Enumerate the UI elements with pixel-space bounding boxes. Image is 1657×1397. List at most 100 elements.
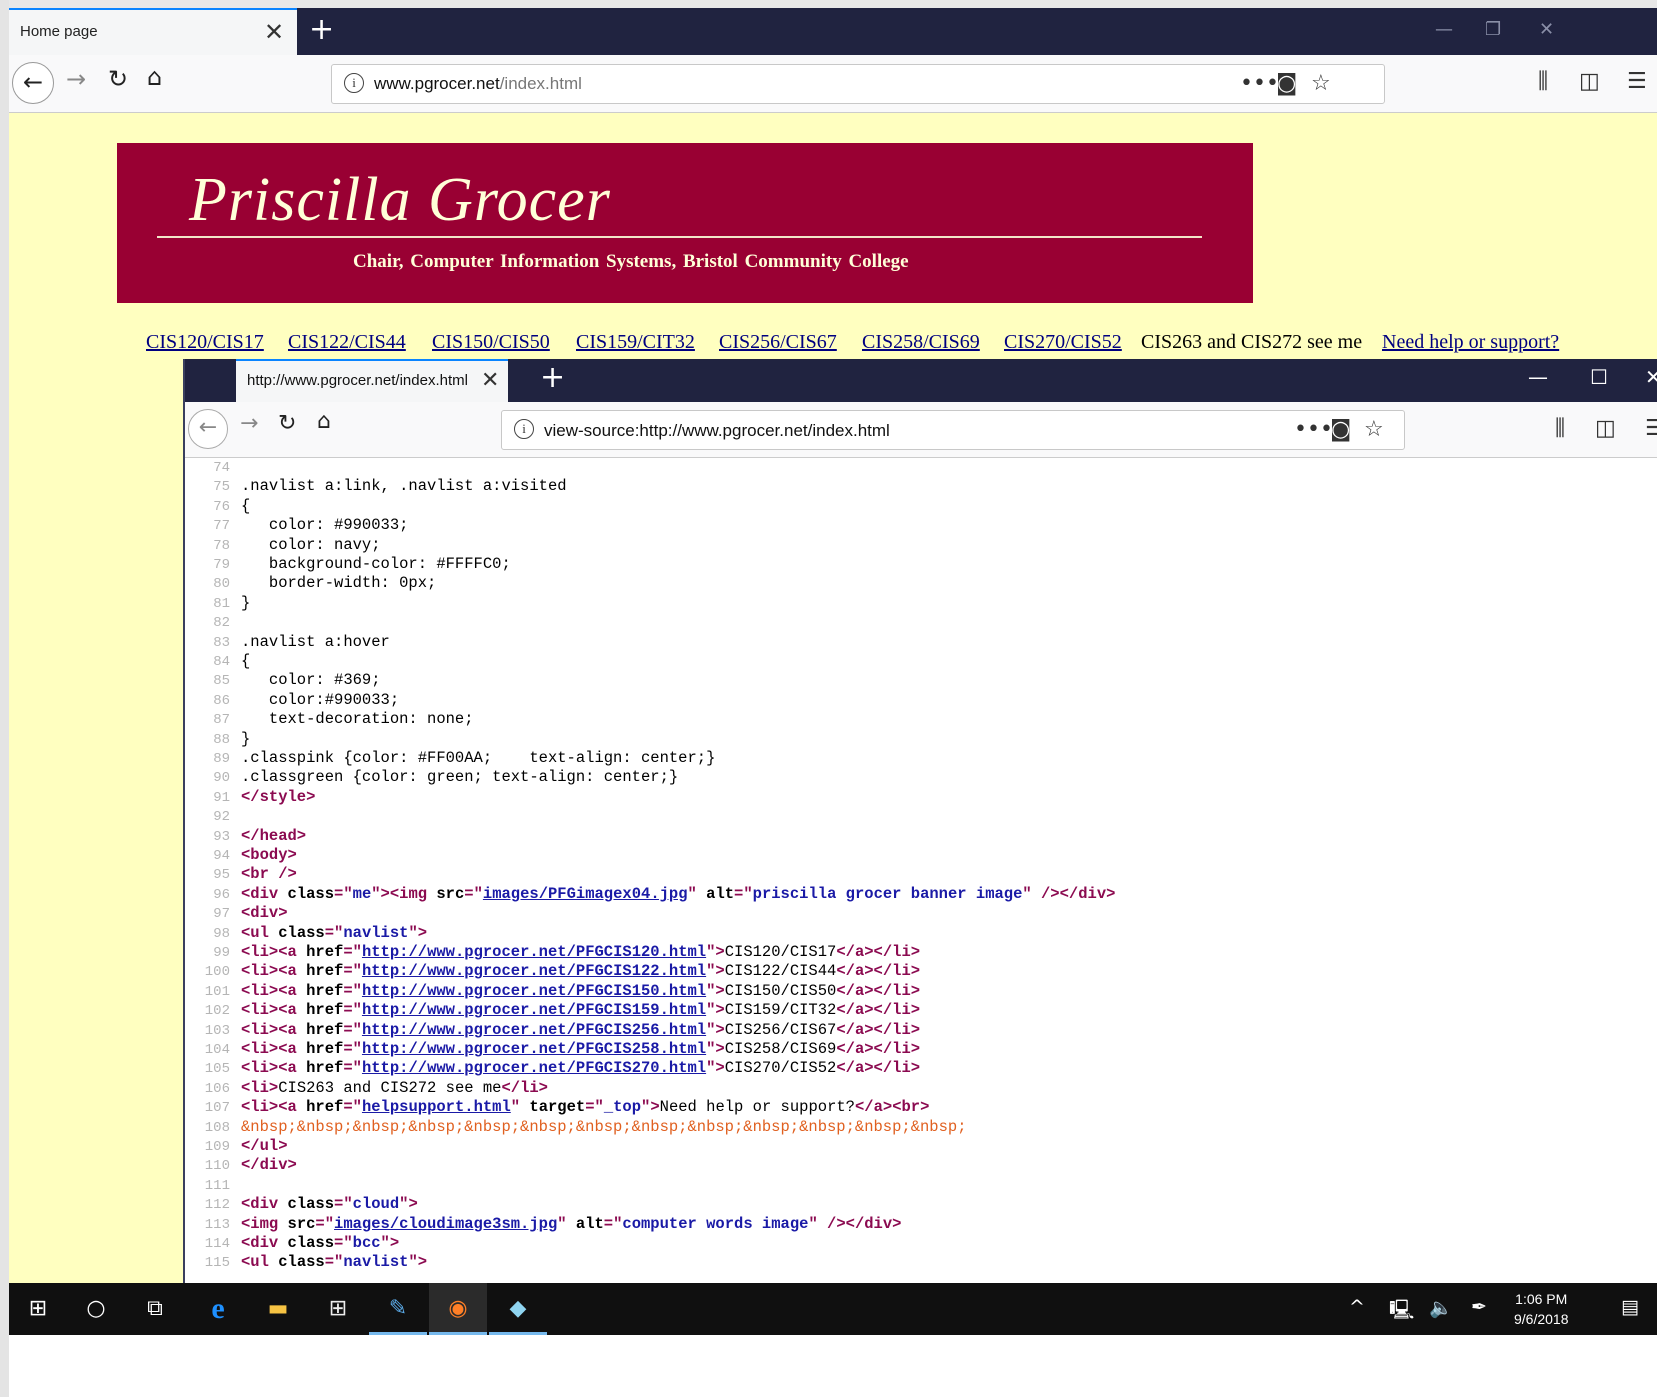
bookmark-star-icon[interactable]: ☆ — [1364, 417, 1384, 442]
back-button[interactable]: ← — [188, 409, 228, 449]
line-number: 114 — [204, 1236, 230, 1252]
source-line: 90 .classgreen {color: green; text-align:… — [185, 768, 678, 787]
screen-left-border — [0, 0, 9, 1397]
line-number: 82 — [213, 615, 230, 632]
line-number: 84 — [213, 654, 230, 670]
cortana-search-icon[interactable]: ○ — [67, 1283, 125, 1335]
line-number: 115 — [204, 1255, 230, 1272]
source-line: 103 <li><a href="http://www.pgrocer.net/P… — [185, 1021, 920, 1040]
source-line: 108 &nbsp;&nbsp;&nbsp;&nbsp;&nbsp;&nbsp;&… — [185, 1118, 967, 1137]
menu-icon[interactable]: ☰ — [1627, 69, 1647, 94]
line-number: 99 — [213, 945, 230, 961]
show-hidden-icons-chevron-icon[interactable]: ^ — [1349, 1296, 1365, 1318]
nav-link-cis120[interactable]: CIS120/CIS17 — [146, 331, 264, 354]
line-number: 107 — [204, 1100, 230, 1117]
line-code: <br /> — [241, 865, 297, 884]
line-code: <div class="cloud"> — [241, 1195, 418, 1214]
tab-close-icon[interactable]: ✕ — [264, 18, 284, 46]
nav-link-cis159[interactable]: CIS159/CIT32 — [576, 331, 695, 354]
home-button[interactable]: ⌂ — [147, 63, 162, 91]
back-button[interactable]: ← — [12, 62, 54, 104]
source-code-view: 74 75 .navlist a:link, .navlist a:visited 7… — [185, 458, 1657, 1283]
library-icon[interactable]: ⫼ — [1555, 416, 1565, 441]
source-line: 80 border-width: 0px; — [185, 574, 436, 593]
action-center-icon[interactable]: ▤ — [1621, 1296, 1639, 1318]
tab-close-icon[interactable]: ✕ — [481, 367, 499, 395]
page-actions-icon[interactable]: ••• — [1240, 71, 1279, 96]
line-number: 90 — [213, 770, 230, 787]
nav-link-cis258[interactable]: CIS258/CIS69 — [862, 331, 980, 354]
nav-link-cis150[interactable]: CIS150/CIS50 — [432, 331, 550, 354]
url-bar[interactable]: i www.pgrocer.net/index.html ••• ◙ ☆ — [331, 64, 1385, 104]
line-code: color: #369; — [241, 671, 381, 690]
new-tab-button[interactable]: + — [540, 362, 565, 394]
source-line: 100 <li><a href="http://www.pgrocer.net/P… — [185, 962, 920, 981]
source-line: 86 color:#990033; — [185, 691, 399, 710]
network-icon[interactable]: 🖳 — [1389, 1296, 1414, 1328]
line-code: } — [241, 593, 251, 612]
pen-icon[interactable]: ✒ — [1471, 1296, 1487, 1318]
url-bar[interactable]: i view-source:http://www.pgrocer.net/ind… — [501, 410, 1405, 450]
navigation-toolbar: ← → ↻ ⌂ i www.pgrocer.net/index.html •••… — [9, 55, 1657, 113]
store-icon[interactable]: ⊞ — [309, 1283, 367, 1335]
nav-link-cis122[interactable]: CIS122/CIS44 — [288, 331, 406, 354]
firefox-icon[interactable]: ◉ — [429, 1283, 487, 1335]
reload-button[interactable]: ↻ — [278, 411, 296, 436]
pocket-icon[interactable]: ◙ — [1330, 417, 1351, 442]
minimize-button[interactable]: — — [1528, 365, 1548, 389]
nav-link-cis256[interactable]: CIS256/CIS67 — [719, 331, 837, 354]
sidebar-icon[interactable]: ◫ — [1579, 69, 1600, 94]
nav-link-help[interactable]: Need help or support? — [1382, 331, 1559, 354]
source-line: 107 <li><a href="helpsupport.html" target… — [185, 1098, 930, 1117]
site-info-icon[interactable]: i — [344, 73, 364, 93]
restore-button[interactable]: ❐ — [1485, 19, 1501, 40]
line-code: background-color: #FFFFC0; — [241, 555, 511, 573]
pocket-icon[interactable]: ◙ — [1276, 71, 1297, 96]
notepad-icon[interactable]: ✎ — [369, 1283, 427, 1335]
new-tab-button[interactable]: + — [309, 14, 334, 46]
line-code: <li><a href="http://www.pgrocer.net/PFGC… — [241, 1040, 921, 1058]
line-number: 102 — [204, 1003, 230, 1020]
home-button[interactable]: ⌂ — [317, 409, 331, 434]
app-icon[interactable]: ◆ — [489, 1283, 547, 1335]
close-window-button[interactable]: ✕ — [1539, 19, 1554, 40]
source-line: 79 background-color: #FFFFC0; — [185, 555, 511, 574]
source-line: 97 <div> — [185, 904, 287, 923]
site-info-icon[interactable]: i — [514, 419, 534, 439]
forward-button[interactable]: → — [66, 65, 86, 93]
maximize-button[interactable]: ☐ — [1590, 365, 1608, 389]
reload-button[interactable]: ↻ — [108, 65, 128, 93]
source-line: 75 .navlist a:link, .navlist a:visited — [185, 477, 566, 496]
url-text: www.pgrocer.net/index.html — [374, 74, 582, 94]
menu-icon[interactable]: ☰ — [1645, 416, 1657, 441]
tab-bar: Home page ✕ + — ❐ ✕ — [9, 8, 1657, 55]
system-clock[interactable]: 1:06 PM 9/6/2018 — [1514, 1289, 1569, 1329]
source-line: 93 </head> — [185, 827, 306, 846]
edge-browser-icon[interactable]: e — [189, 1283, 247, 1335]
line-code: <li><a href="http://www.pgrocer.net/PFGC… — [241, 1020, 921, 1039]
forward-button[interactable]: → — [240, 411, 258, 436]
line-number: 74 — [213, 460, 230, 476]
sidebar-icon[interactable]: ◫ — [1595, 416, 1616, 441]
library-icon[interactable]: ⫼ — [1538, 69, 1548, 94]
nav-link-cis270[interactable]: CIS270/CIS52 — [1004, 331, 1122, 354]
source-line: 95 <br /> — [185, 865, 297, 884]
tab-view-source[interactable]: http://www.pgrocer.net/index.html ✕ — [236, 359, 508, 402]
file-explorer-icon[interactable]: ▬ — [249, 1283, 307, 1335]
minimize-button[interactable]: — — [1435, 19, 1453, 40]
line-number: 92 — [213, 809, 230, 826]
nav-text-see-me: CIS263 and CIS272 see me — [1141, 331, 1363, 353]
source-line: 81} — [185, 594, 250, 613]
line-number: 91 — [213, 789, 230, 806]
line-number: 110 — [204, 1158, 230, 1175]
bookmark-star-icon[interactable]: ☆ — [1311, 71, 1331, 96]
page-actions-icon[interactable]: ••• — [1294, 417, 1333, 442]
task-view-icon[interactable]: ⧉ — [126, 1283, 184, 1335]
banner-rule — [157, 236, 1202, 238]
line-number: 89 — [213, 751, 230, 767]
source-line: 82 — [185, 613, 230, 632]
close-window-button[interactable]: ✕ — [1645, 365, 1657, 389]
volume-icon[interactable]: 🔈 — [1429, 1296, 1453, 1319]
tab-home-page[interactable]: Home page ✕ — [9, 8, 297, 55]
windows-start-icon[interactable]: ⊞ — [9, 1283, 67, 1335]
